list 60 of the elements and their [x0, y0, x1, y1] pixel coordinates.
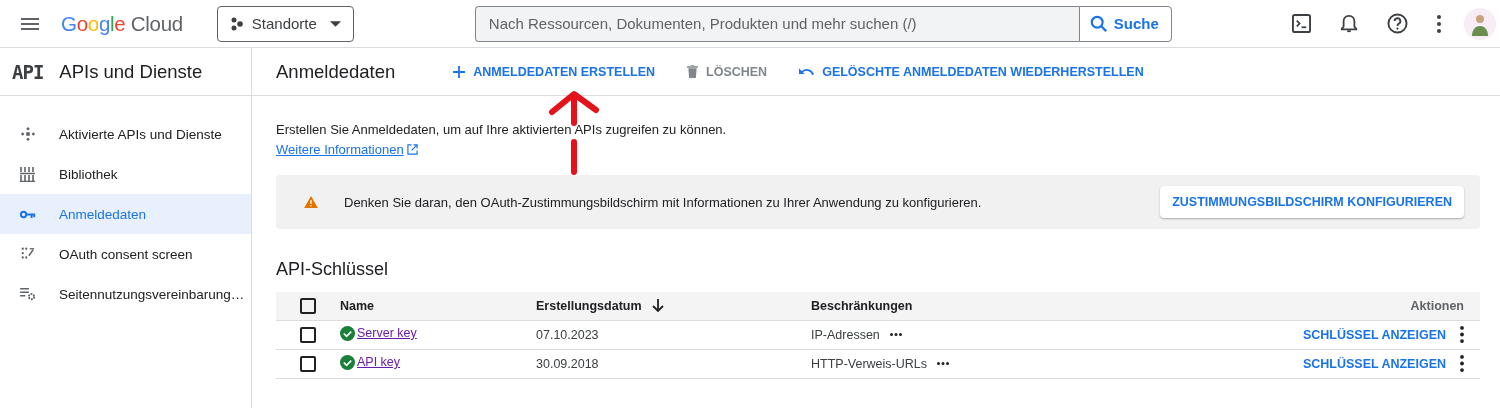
table-cell: HTTP-Verweis-URLs	[811, 356, 927, 371]
dots-icon	[229, 16, 244, 31]
table-cell: 07.10.2023	[536, 327, 599, 342]
help-icon[interactable]	[1387, 13, 1408, 34]
column-header[interactable]: Beschränkungen	[811, 298, 913, 313]
plus-icon	[453, 65, 466, 78]
warning-icon	[304, 196, 318, 208]
sort-down-icon[interactable]	[651, 298, 664, 313]
notifications-icon[interactable]	[1340, 13, 1358, 34]
more-horizontal-icon[interactable]	[889, 333, 902, 336]
external-link-icon	[406, 144, 418, 155]
list-settings-icon	[20, 287, 36, 301]
table-cell: 30.09.2018	[536, 356, 599, 371]
toolbar-button[interactable]: ANMELDEDATEN ERSTELLEN	[443, 64, 666, 79]
table-cell: IP-Adressen	[811, 327, 880, 342]
key-icon	[20, 209, 36, 219]
sidebar-item[interactable]: OAuth consent screen	[0, 234, 251, 274]
sidebar-item[interactable]: Anmeldedaten	[0, 194, 251, 234]
key-name-link[interactable]: API key	[357, 355, 401, 369]
select-all-checkbox[interactable]	[300, 297, 316, 314]
key-name-link[interactable]: Server key	[357, 326, 417, 340]
sidebar-title: APIs und Dienste	[59, 60, 203, 83]
more-horizontal-icon[interactable]	[937, 362, 949, 365]
column-header[interactable]: Name	[340, 298, 375, 313]
more-icon[interactable]	[1460, 355, 1464, 372]
show-key-button[interactable]: SCHLÜSSEL ANZEIGEN	[1302, 356, 1446, 371]
row-checkbox[interactable]	[300, 326, 316, 343]
search-field[interactable]: Nach Ressourcen, Dokumenten, Produkten und mehr suchen (/)	[474, 5, 1079, 42]
column-header[interactable]: Aktionen	[1410, 298, 1464, 313]
learn-more-link[interactable]: Weitere Informationen	[276, 142, 418, 157]
more-icon[interactable]	[1437, 14, 1441, 33]
configure-button[interactable]: ZUSTIMMUNGSBILDSCHIRM KONFIGURIEREN	[1160, 186, 1464, 218]
intro-text: Erstellen Sie Anmeldedaten, um auf Ihre aktivierten APIs zugreifen zu können. Weitere Informationen	[276, 121, 728, 159]
menu-icon[interactable]	[21, 17, 39, 30]
section-title: API-Schlüssel	[276, 259, 390, 280]
trash-icon	[687, 65, 699, 78]
avatar[interactable]	[1464, 7, 1496, 40]
page-title: Anmeldedaten	[276, 60, 396, 83]
api-logo: API	[12, 60, 44, 83]
undo-icon	[799, 66, 815, 77]
show-key-button[interactable]: SCHLÜSSEL ANZEIGEN	[1302, 327, 1446, 342]
sidebar-item[interactable]: Aktivierte APIs und Dienste	[0, 114, 251, 154]
check-circle-icon	[340, 354, 355, 370]
sidebar-item[interactable]: Bibliothek	[0, 154, 251, 194]
search-icon	[1089, 14, 1108, 33]
search-button[interactable]: Suche	[1078, 5, 1172, 42]
logo[interactable]: Google Cloud	[61, 11, 183, 36]
check-circle-icon	[340, 325, 355, 341]
toolbar-button[interactable]: GELÖSCHTE ANMELDEDATEN WIEDERHERSTELLEN	[789, 64, 1154, 79]
column-header[interactable]: Erstellungsdatum	[536, 298, 642, 313]
consent-icon	[20, 247, 36, 261]
banner-text: Denken Sie daran, den OAuth-Zustimmungsbildschirm mit Informationen zu Ihrer Anwendung zu konfigurieren.	[344, 194, 982, 210]
library-icon	[20, 166, 36, 182]
row-checkbox[interactable]	[300, 355, 316, 372]
more-icon[interactable]	[1460, 326, 1464, 343]
terminal-icon[interactable]	[1292, 14, 1311, 33]
diamond-dots-icon	[20, 126, 36, 142]
sidebar-item[interactable]: Seitennutzungsvereinbarung…	[0, 274, 251, 314]
caret-icon	[329, 20, 341, 27]
project-picker[interactable]: Standorte	[216, 5, 354, 42]
